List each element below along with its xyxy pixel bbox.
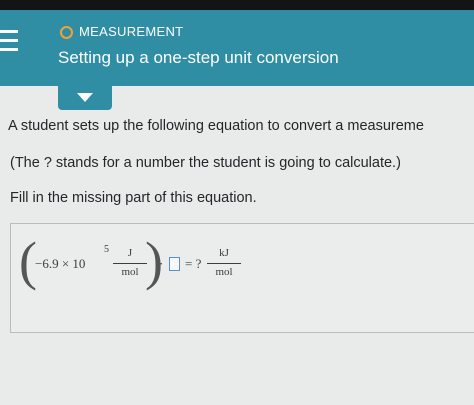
topic-label: MEASUREMENT <box>79 24 184 39</box>
unit1-denominator: mol <box>121 266 139 278</box>
unit-fraction-2: kJ mol <box>207 247 241 278</box>
question-text-2: (The ? stands for a number the student i… <box>10 155 401 171</box>
unit-fraction-1: J mol <box>113 247 147 278</box>
question-text-3: Fill in the missing part of this equatio… <box>10 190 257 206</box>
equals-unknown: = ? <box>185 256 202 271</box>
question-text-1: A student sets up the following equation… <box>8 118 424 134</box>
header-bar: MEASUREMENT Setting up a one-step unit c… <box>0 10 474 86</box>
unit1-numerator: J <box>127 247 133 259</box>
status-indicator-icon <box>60 26 73 39</box>
multiply-operator: · <box>159 256 164 271</box>
missing-factor-input[interactable] <box>169 257 180 271</box>
fraction-bar <box>113 263 147 264</box>
unit2-numerator: kJ <box>219 247 229 259</box>
hamburger-menu-icon[interactable] <box>0 28 22 54</box>
page-title: Setting up a one-step unit conversion <box>58 48 339 67</box>
coefficient: −6.9 × 10 <box>35 256 86 271</box>
answer-box: ( −6.9 × 10 5 J mol ) · = ? kJ mol <box>10 223 474 333</box>
collapse-header-button[interactable] <box>58 86 112 110</box>
screen: MEASUREMENT Setting up a one-step unit c… <box>0 10 474 405</box>
unit2-denominator: mol <box>215 266 233 278</box>
exponent: 5 <box>104 244 109 255</box>
chevron-down-icon <box>77 93 93 102</box>
fraction-bar <box>207 263 241 264</box>
